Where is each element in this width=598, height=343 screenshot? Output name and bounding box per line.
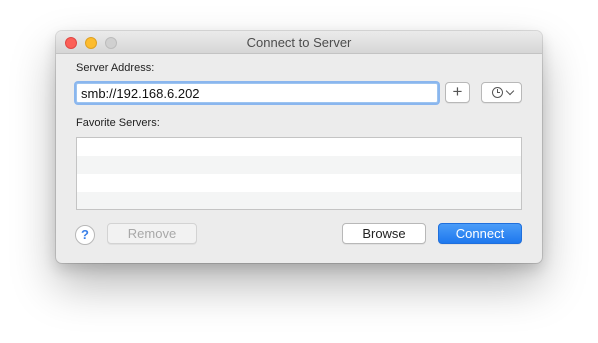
clock-icon [492, 87, 503, 98]
list-row [77, 192, 521, 209]
help-button[interactable]: ? [75, 225, 95, 245]
server-address-input[interactable] [76, 83, 438, 103]
list-row [77, 174, 521, 192]
list-row [77, 138, 521, 156]
title-bar[interactable]: Connect to Server [56, 31, 542, 54]
recent-servers-button[interactable] [481, 82, 522, 103]
browse-button[interactable]: Browse [342, 223, 426, 244]
server-address-label: Server Address: [76, 62, 155, 74]
window-title: Connect to Server [246, 35, 352, 50]
connect-to-server-window: Connect to Server Server Address: + Favo… [56, 31, 542, 263]
favorite-servers-label: Favorite Servers: [76, 117, 160, 129]
add-favorite-button[interactable]: + [445, 82, 470, 103]
connect-button[interactable]: Connect [438, 223, 522, 244]
chevron-down-icon [505, 86, 515, 96]
favorite-servers-list[interactable] [76, 137, 522, 210]
list-row [77, 156, 521, 174]
remove-button: Remove [107, 223, 197, 244]
